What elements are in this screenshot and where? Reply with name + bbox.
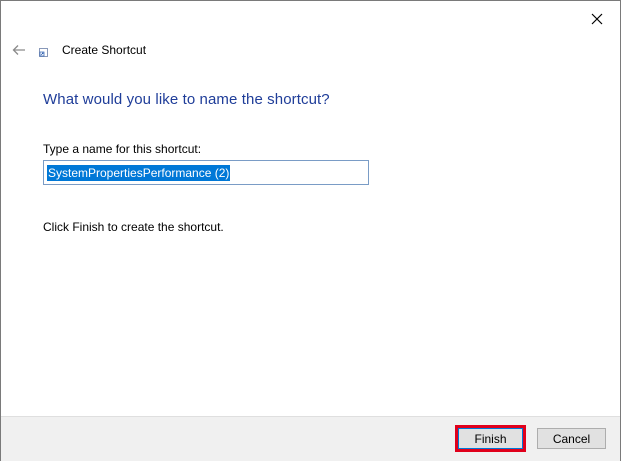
close-icon [591,13,603,25]
wizard-footer: Finish Cancel [1,416,620,461]
back-arrow-icon [12,45,25,55]
page-heading: What would you like to name the shortcut… [43,91,330,108]
create-shortcut-window: Create Shortcut What would you like to n… [0,0,621,461]
wizard-title: Create Shortcut [62,43,147,57]
finish-button[interactable]: Finish [458,428,523,449]
back-button[interactable] [7,39,31,61]
close-button[interactable] [580,5,614,33]
cancel-button[interactable]: Cancel [537,428,606,449]
finish-hint-text: Click Finish to create the shortcut. [43,220,224,234]
shortcut-name-input[interactable]: SystemPropertiesPerformance (2) [43,160,369,185]
shortcut-name-value: SystemPropertiesPerformance (2) [47,164,231,181]
shortcut-icon [39,48,48,57]
name-field-label: Type a name for this shortcut: [43,142,202,156]
